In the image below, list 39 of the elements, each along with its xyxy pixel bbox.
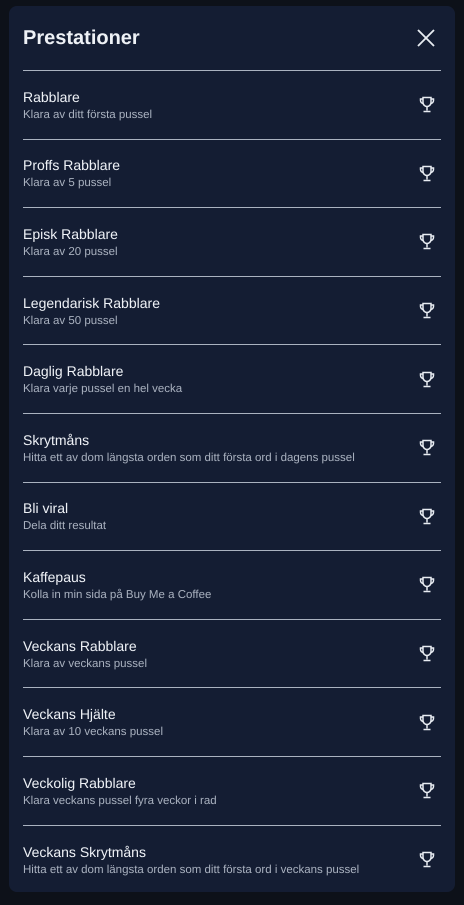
trophy-icon — [419, 508, 435, 525]
achievement-title: Veckans Skrytmåns — [23, 844, 147, 860]
close-button[interactable] — [415, 27, 437, 49]
trophy-icon — [419, 96, 435, 114]
trophy-icon — [419, 164, 435, 182]
achievement-title: Veckans Hjälte — [23, 706, 117, 722]
close-icon — [417, 29, 435, 47]
achievement-description: Klara av 10 veckans pussel — [23, 726, 163, 738]
achievement-description: Klara av ditt första pussel — [23, 108, 152, 121]
trophy-icon — [419, 302, 435, 320]
achievement-title: Proffs Rabblare — [23, 157, 120, 174]
achievement-description: Dela ditt resultat — [23, 520, 106, 532]
achievement-title: Rabblare — [23, 88, 81, 105]
achievement-title: Kaffepaus — [23, 568, 87, 585]
trophy-icon — [419, 439, 435, 456]
trophy-icon — [419, 645, 435, 662]
achievement-title: Episk Rabblare — [23, 226, 118, 242]
achievement-description: Hitta ett av dom längsta orden som ditt första ord i dagens pussel — [23, 452, 355, 464]
achievement-title: Veckolig Rabblare — [23, 774, 137, 791]
achievement-description: Klara veckans pussel fyra veckor i rad — [23, 794, 217, 807]
achievement-description: Klara av veckans pussel — [23, 658, 148, 670]
achievement-title: Daglig Rabblare — [23, 363, 124, 380]
achievement-description: Klara av 50 pussel — [23, 314, 119, 327]
achievement-description: Klara varje pussel en hel vecka — [23, 383, 182, 396]
trophy-icon — [419, 576, 435, 594]
achievement-description: Kolla in min sida på Buy Me a Coffee — [23, 588, 212, 601]
achievement-title: Bli viral — [23, 500, 70, 516]
trophy-icon — [419, 851, 435, 868]
trophy-icon — [419, 714, 435, 731]
achievement-description: Klara av 5 pussel — [23, 177, 112, 190]
achievement-title: Legendarisk Rabblare — [23, 294, 160, 311]
dialog-title: Prestationer — [23, 26, 140, 50]
achievement-description: Hitta ett av dom längsta orden som ditt första ord i veckans pussel — [23, 864, 360, 876]
trophy-icon — [419, 233, 435, 250]
trophy-icon — [419, 782, 435, 800]
trophy-icon — [419, 370, 435, 388]
achievement-title: Veckans Rabblare — [23, 638, 138, 654]
achievement-title: Skrytmåns — [23, 432, 90, 448]
achievement-description: Klara av 20 pussel — [23, 246, 118, 258]
